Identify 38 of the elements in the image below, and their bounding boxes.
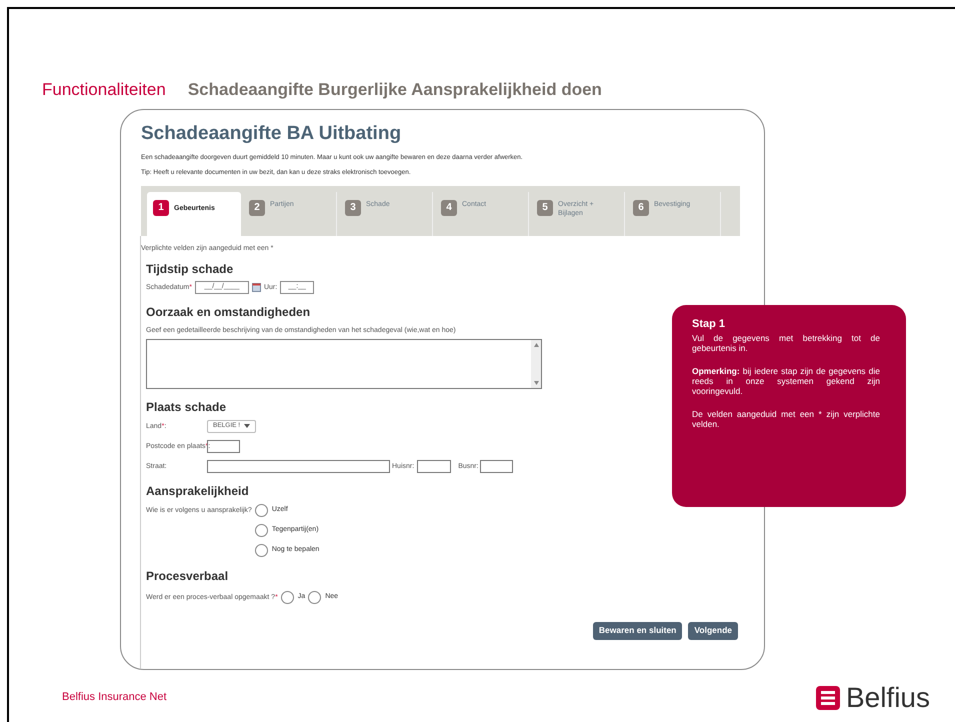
save-and-close-button[interactable]: Bewaren en sluiten bbox=[592, 622, 682, 640]
section-heading: Tijdstip schade bbox=[146, 262, 234, 274]
section-title: Functionaliteiten bbox=[42, 79, 166, 101]
scroll-up-icon[interactable] bbox=[532, 342, 540, 348]
callout-text: Vul de gegevens met betrekking tot de gebeurtenis in. bbox=[692, 333, 881, 353]
radio-button[interactable] bbox=[254, 524, 268, 536]
callout-text: Opmerking: bij iedere stap zijn de gegevens die reeds in onze systemen gekend zijn vooringevuld. bbox=[692, 366, 881, 396]
radio-button[interactable] bbox=[280, 590, 294, 604]
caret-icon bbox=[244, 424, 250, 428]
description-field[interactable] bbox=[146, 338, 542, 388]
radio-button[interactable] bbox=[308, 590, 322, 604]
logo-icon bbox=[816, 686, 840, 710]
radio-button[interactable] bbox=[254, 544, 268, 556]
form-title: Schadeaangifte BA Uitbating bbox=[141, 124, 402, 142]
radio-button[interactable] bbox=[254, 504, 268, 516]
scroll-down-icon[interactable] bbox=[532, 380, 540, 386]
next-button[interactable]: Volgende bbox=[688, 622, 738, 640]
calendar-icon[interactable] bbox=[252, 282, 261, 292]
section-heading: Plaats schade bbox=[146, 400, 228, 412]
scrollbar[interactable] bbox=[531, 340, 541, 388]
step-number: 1 bbox=[153, 200, 169, 216]
callout-title: Stap 1 bbox=[692, 319, 726, 330]
footer-text: Belfius Insurance Net bbox=[62, 690, 167, 706]
section-heading: Aansprakelijkheid bbox=[146, 484, 250, 496]
section-heading: Oorzaak en omstandigheden bbox=[146, 306, 312, 318]
house-number-field[interactable] bbox=[417, 460, 452, 472]
callout-text: De velden aangeduid met een * zijn verplichte velden. bbox=[692, 409, 881, 429]
step-number: 6 bbox=[633, 200, 649, 216]
logo-text: Belfius bbox=[846, 684, 930, 712]
step-number: 4 bbox=[441, 200, 457, 216]
box-number-field[interactable] bbox=[480, 460, 514, 472]
street-field[interactable] bbox=[207, 460, 390, 472]
step-number: 3 bbox=[345, 200, 361, 216]
slide-title: Schadeaangifte Burgerlijke Aansprakelijkheid doen bbox=[188, 79, 602, 101]
section-heading: Procesverbaal bbox=[146, 570, 230, 582]
step-number: 5 bbox=[537, 200, 553, 216]
postcode-field[interactable] bbox=[207, 440, 240, 452]
step-number: 2 bbox=[249, 200, 265, 216]
